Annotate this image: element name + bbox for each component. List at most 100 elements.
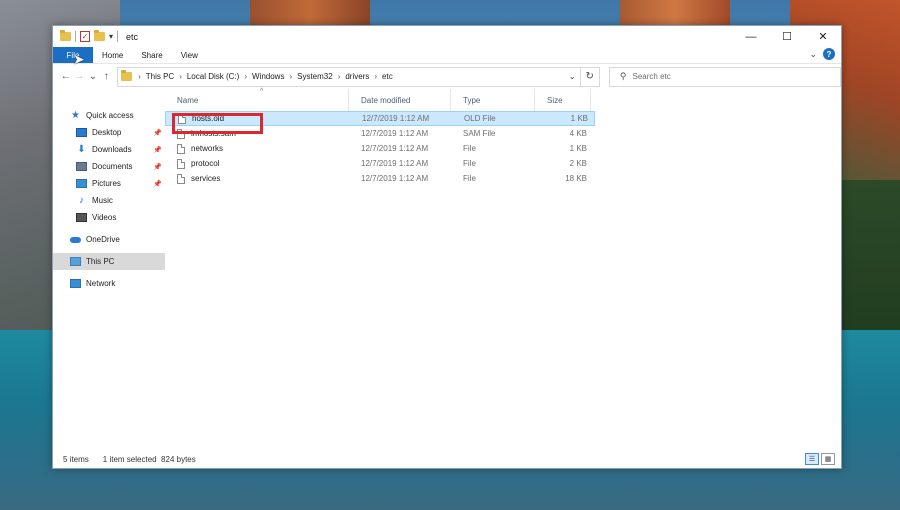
breadcrumb-this-pc[interactable]: This PC	[146, 72, 174, 81]
file-date: 12/7/2019 1:12 AM	[361, 129, 429, 138]
file-date: 12/7/2019 1:12 AM	[361, 174, 429, 183]
breadcrumb-separator-icon[interactable]: ›	[289, 72, 292, 81]
file-name: hosts.old	[192, 114, 225, 123]
file-rows: hosts.old 12/7/2019 1:12 AM OLD File 1 K…	[165, 111, 841, 186]
column-header-date[interactable]: Date modified	[349, 89, 451, 111]
sidebar-item-desktop[interactable]: Desktop 📌	[53, 124, 165, 141]
sidebar-item-documents[interactable]: Documents 📌	[53, 158, 165, 175]
tab-home[interactable]: Home	[93, 47, 132, 63]
folder-icon	[60, 30, 71, 41]
close-button[interactable]: ✕	[805, 26, 841, 47]
breadcrumb-separator-icon[interactable]: ›	[244, 72, 247, 81]
file-size: 4 KB	[569, 129, 587, 138]
mouse-cursor-icon: ➤	[73, 51, 85, 67]
file-explorer-window: ✓ ▾ etc — ☐ ✕ File Home Share View ⌄ ? ←…	[52, 25, 842, 469]
breadcrumb-separator-icon[interactable]: ›	[179, 72, 182, 81]
column-header-type[interactable]: Type	[451, 89, 535, 111]
up-button[interactable]: ↑	[100, 71, 114, 82]
sidebar-item-network[interactable]: Network	[53, 275, 165, 292]
status-bar: 5 items 1 item selected 824 bytes ☰ ▦	[53, 450, 841, 468]
forward-button[interactable]: →	[73, 71, 87, 82]
customize-toolbar-icon[interactable]: ▾	[109, 32, 113, 41]
star-icon: ★	[71, 110, 80, 121]
breadcrumb-drivers[interactable]: drivers	[345, 72, 369, 81]
sidebar-item-label: Network	[86, 279, 116, 288]
table-row[interactable]: protocol 12/7/2019 1:12 AM File 2 KB	[165, 156, 841, 171]
recent-locations-button[interactable]: ⌄	[86, 71, 100, 82]
expand-ribbon-icon[interactable]: ⌄	[809, 49, 817, 60]
file-size: 1 KB	[569, 144, 587, 153]
sidebar-item-quick-access[interactable]: ★ Quick access	[53, 107, 165, 124]
file-name: lmhosts.sam	[191, 129, 236, 138]
divider	[75, 31, 76, 42]
file-name: protocol	[191, 159, 220, 168]
table-row[interactable]: networks 12/7/2019 1:12 AM File 1 KB	[165, 141, 841, 156]
sidebar-item-pictures[interactable]: Pictures 📌	[53, 175, 165, 192]
pictures-icon	[76, 179, 87, 188]
breadcrumb-separator-icon[interactable]: ›	[138, 72, 141, 81]
file-type: File	[463, 144, 476, 153]
sidebar-item-label: OneDrive	[86, 235, 120, 244]
address-bar[interactable]: › This PC › Local Disk (C:) › Windows › …	[117, 66, 581, 87]
pin-icon: 📌	[153, 146, 162, 154]
divider	[117, 31, 119, 42]
tab-view[interactable]: View	[172, 47, 207, 63]
file-size: 18 KB	[565, 174, 587, 183]
breadcrumb-local-disk[interactable]: Local Disk (C:)	[187, 72, 239, 81]
details-view-button[interactable]: ☰	[805, 453, 819, 465]
maximize-button[interactable]: ☐	[769, 26, 805, 47]
quick-access-toolbar: ✓ ▾	[53, 30, 119, 42]
navigation-bar: ← → ⌄ ↑ › This PC › Local Disk (C:) › Wi…	[53, 63, 842, 89]
search-input[interactable]	[632, 72, 833, 81]
item-count: 5 items	[63, 454, 89, 464]
sidebar-item-label: Desktop	[92, 128, 122, 137]
sidebar-item-label: Downloads	[92, 145, 132, 154]
file-date: 12/7/2019 1:12 AM	[361, 159, 429, 168]
sidebar-item-this-pc[interactable]: This PC	[53, 253, 165, 270]
search-box[interactable]: ⚲	[608, 66, 842, 87]
file-name-cell: protocol	[165, 158, 349, 169]
sidebar-item-label: Documents	[92, 162, 133, 171]
tab-share[interactable]: Share	[132, 47, 171, 63]
title-bar: ✓ ▾ etc — ☐ ✕	[53, 26, 841, 47]
properties-icon[interactable]: ✓	[80, 31, 90, 42]
refresh-button[interactable]: ↻	[580, 66, 600, 87]
file-name-cell: hosts.old	[166, 113, 350, 124]
file-icon	[177, 143, 185, 154]
table-row[interactable]: services 12/7/2019 1:12 AM File 18 KB	[165, 171, 841, 186]
file-date: 12/7/2019 1:12 AM	[361, 144, 429, 153]
sidebar-item-onedrive[interactable]: OneDrive	[53, 231, 165, 248]
breadcrumb-separator-icon[interactable]: ›	[338, 72, 341, 81]
file-name-cell: lmhosts.sam	[165, 128, 349, 139]
file-list: ^ Name Date modified Type Size hosts.old…	[165, 88, 841, 451]
window-title: etc	[126, 31, 139, 42]
breadcrumb-etc[interactable]: etc	[382, 72, 393, 81]
minimize-button[interactable]: —	[733, 26, 769, 47]
breadcrumb-system32[interactable]: System32	[297, 72, 333, 81]
table-row[interactable]: hosts.old 12/7/2019 1:12 AM OLD File 1 K…	[165, 111, 595, 126]
computer-icon	[70, 257, 81, 266]
pin-icon: 📌	[153, 129, 162, 137]
address-dropdown-icon[interactable]: ⌄	[569, 72, 576, 81]
breadcrumb-windows[interactable]: Windows	[252, 72, 284, 81]
column-header-size[interactable]: Size	[535, 89, 591, 111]
breadcrumb-separator-icon[interactable]: ›	[374, 72, 377, 81]
back-button[interactable]: ←	[59, 71, 73, 82]
new-folder-icon[interactable]	[94, 30, 105, 41]
large-icons-view-button[interactable]: ▦	[821, 453, 835, 465]
selection-info: 1 item selected 824 bytes	[102, 454, 196, 464]
file-name: networks	[191, 144, 224, 153]
sidebar-item-videos[interactable]: Videos	[53, 209, 165, 226]
desktop-background-peak	[250, 0, 370, 25]
help-icon[interactable]: ?	[823, 48, 835, 60]
column-header-name[interactable]: Name	[165, 89, 349, 111]
pin-icon: 📌	[153, 180, 162, 188]
file-icon	[177, 158, 185, 169]
search-icon: ⚲	[619, 71, 627, 81]
sidebar-item-music[interactable]: ♪ Music	[53, 192, 165, 209]
table-row[interactable]: lmhosts.sam 12/7/2019 1:12 AM SAM File 4…	[165, 126, 841, 141]
desktop-background-peak	[620, 0, 730, 25]
cloud-icon	[70, 236, 81, 243]
sidebar-item-downloads[interactable]: ⬇ Downloads 📌	[53, 141, 165, 158]
network-icon	[70, 279, 81, 288]
